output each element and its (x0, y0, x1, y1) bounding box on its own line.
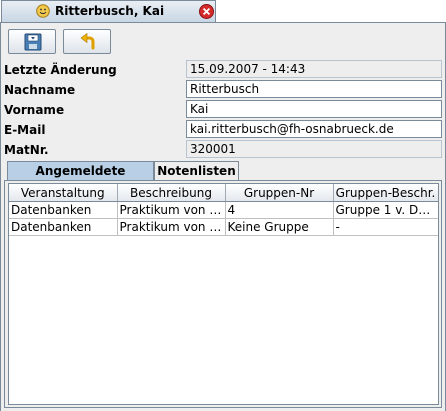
back-button[interactable] (63, 29, 111, 54)
save-icon (24, 33, 42, 51)
email-field[interactable]: kai.ritterbusch@fh-osnabrueck.de (186, 120, 442, 138)
document-tab-title: Ritterbusch, Kai (55, 4, 165, 18)
student-detail-panel: Letzte Änderung 15.09.2007 - 14:43 Nachn… (0, 23, 446, 411)
lastname-label: Nachname (4, 83, 76, 97)
column-header[interactable]: Gruppen-Beschr. (333, 184, 438, 202)
table-row[interactable]: Datenbanken Praktikum von Pr... 4 Gruppe… (9, 201, 438, 219)
table-cell: Gruppe 1 v. Date... (333, 201, 438, 219)
document-tab-strip: Ritterbusch, Kai (0, 0, 446, 23)
tab-content: Veranstaltung Beschreibung Gruppen-Nr Gr… (4, 180, 442, 408)
table-cell: - (333, 218, 438, 236)
tab-angemeldete-praktika[interactable]: Angemeldete Praktika (7, 161, 154, 196)
table-cell: Datenbanken (9, 218, 118, 236)
document-tab[interactable]: Ritterbusch, Kai (1, 0, 216, 22)
table-cell: Datenbanken (9, 201, 118, 219)
matnr-value: 320001 (186, 140, 442, 158)
smiley-icon (36, 4, 50, 18)
column-header[interactable]: Beschreibung (117, 184, 226, 202)
undo-arrow-icon (80, 33, 95, 50)
column-header[interactable]: Veranstaltung (9, 184, 118, 202)
email-label: E-Mail (4, 123, 46, 137)
table-cell: Praktikum von Pr... (117, 201, 226, 219)
last-change-label: Letzte Änderung (4, 63, 117, 77)
table-row[interactable]: Datenbanken Praktikum von Fr... Keine Gr… (9, 218, 438, 236)
praktika-table: Veranstaltung Beschreibung Gruppen-Nr Gr… (9, 184, 438, 236)
table-header-row: Veranstaltung Beschreibung Gruppen-Nr Gr… (9, 184, 438, 202)
close-icon[interactable] (199, 4, 214, 19)
firstname-label: Vorname (4, 103, 65, 117)
praktika-table-container[interactable]: Veranstaltung Beschreibung Gruppen-Nr Gr… (8, 183, 439, 405)
table-cell: Keine Gruppe (225, 218, 334, 236)
column-header[interactable]: Gruppen-Nr (225, 184, 334, 202)
save-button[interactable] (8, 29, 56, 54)
tab-notenlisten[interactable]: Notenlisten (154, 161, 239, 181)
table-cell: 4 (225, 201, 334, 219)
matnr-label: MatNr. (4, 143, 49, 157)
last-change-value: 15.09.2007 - 14:43 (186, 60, 442, 78)
table-cell: Praktikum von Fr... (117, 218, 226, 236)
lastname-field[interactable]: Ritterbusch (186, 80, 442, 98)
firstname-field[interactable]: Kai (186, 100, 442, 118)
